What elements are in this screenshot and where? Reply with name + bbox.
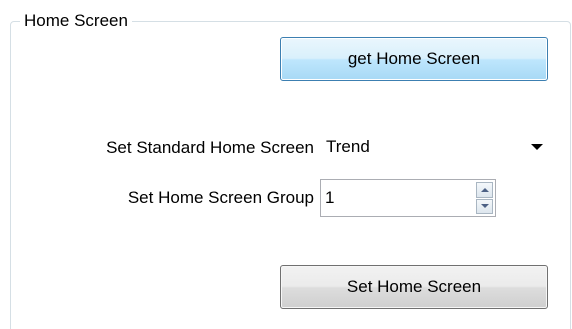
arrow-up-icon: [480, 187, 489, 192]
get-home-screen-button[interactable]: get Home Screen: [280, 37, 548, 81]
stepper-up-button[interactable]: [476, 182, 493, 198]
set-home-screen-button[interactable]: Set Home Screen: [280, 265, 548, 309]
stepper-buttons: [476, 182, 493, 214]
stepper-down-button[interactable]: [476, 198, 493, 214]
standard-home-screen-label: Set Standard Home Screen: [106, 138, 314, 157]
standard-home-screen-selected-value: Trend: [326, 137, 370, 156]
home-screen-group-value[interactable]: 1: [325, 187, 334, 209]
home-screen-group-title: Home Screen: [20, 10, 132, 32]
arrow-down-icon: [480, 204, 489, 209]
chevron-down-icon[interactable]: [531, 144, 543, 150]
home-screen-group-label: Set Home Screen Group: [127, 188, 314, 207]
home-screen-group-stepper[interactable]: 1: [320, 179, 496, 217]
standard-home-screen-dropdown[interactable]: Trend: [320, 131, 550, 163]
